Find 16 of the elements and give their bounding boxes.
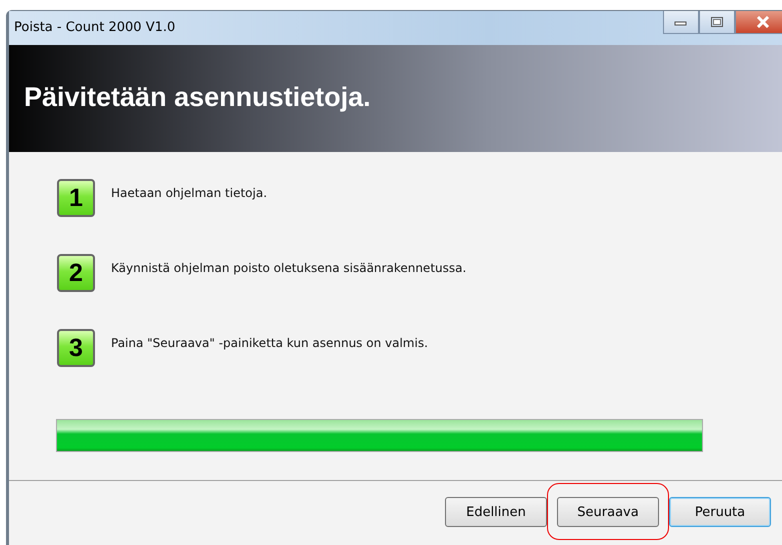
- wizard-button[interactable]: Peruuta: [669, 497, 771, 527]
- step-text: Paina "Seuraava" -painiketta kun asennus on valmis.: [111, 336, 428, 350]
- close-icon: [756, 16, 770, 28]
- window-title: Poista - Count 2000 V1.0: [14, 20, 176, 35]
- maximize-icon: [710, 16, 724, 28]
- wizard-button[interactable]: Seuraava: [557, 497, 659, 527]
- maximize-button[interactable]: [699, 11, 735, 34]
- header-title: Päivitetään asennustietoja.: [24, 82, 371, 113]
- step-number-badge: 1: [57, 179, 95, 217]
- close-button[interactable]: [735, 11, 782, 34]
- step-number-badge: 3: [57, 329, 95, 367]
- wizard-button[interactable]: Edellinen: [445, 497, 547, 527]
- step-number-badge: 2: [57, 254, 95, 292]
- minimize-button[interactable]: [663, 11, 699, 34]
- step-text: Käynnistä ohjelman poisto oletuksena sisäänrakennetussa.: [111, 261, 466, 275]
- step-text: Haetaan ohjelman tietoja.: [111, 186, 268, 200]
